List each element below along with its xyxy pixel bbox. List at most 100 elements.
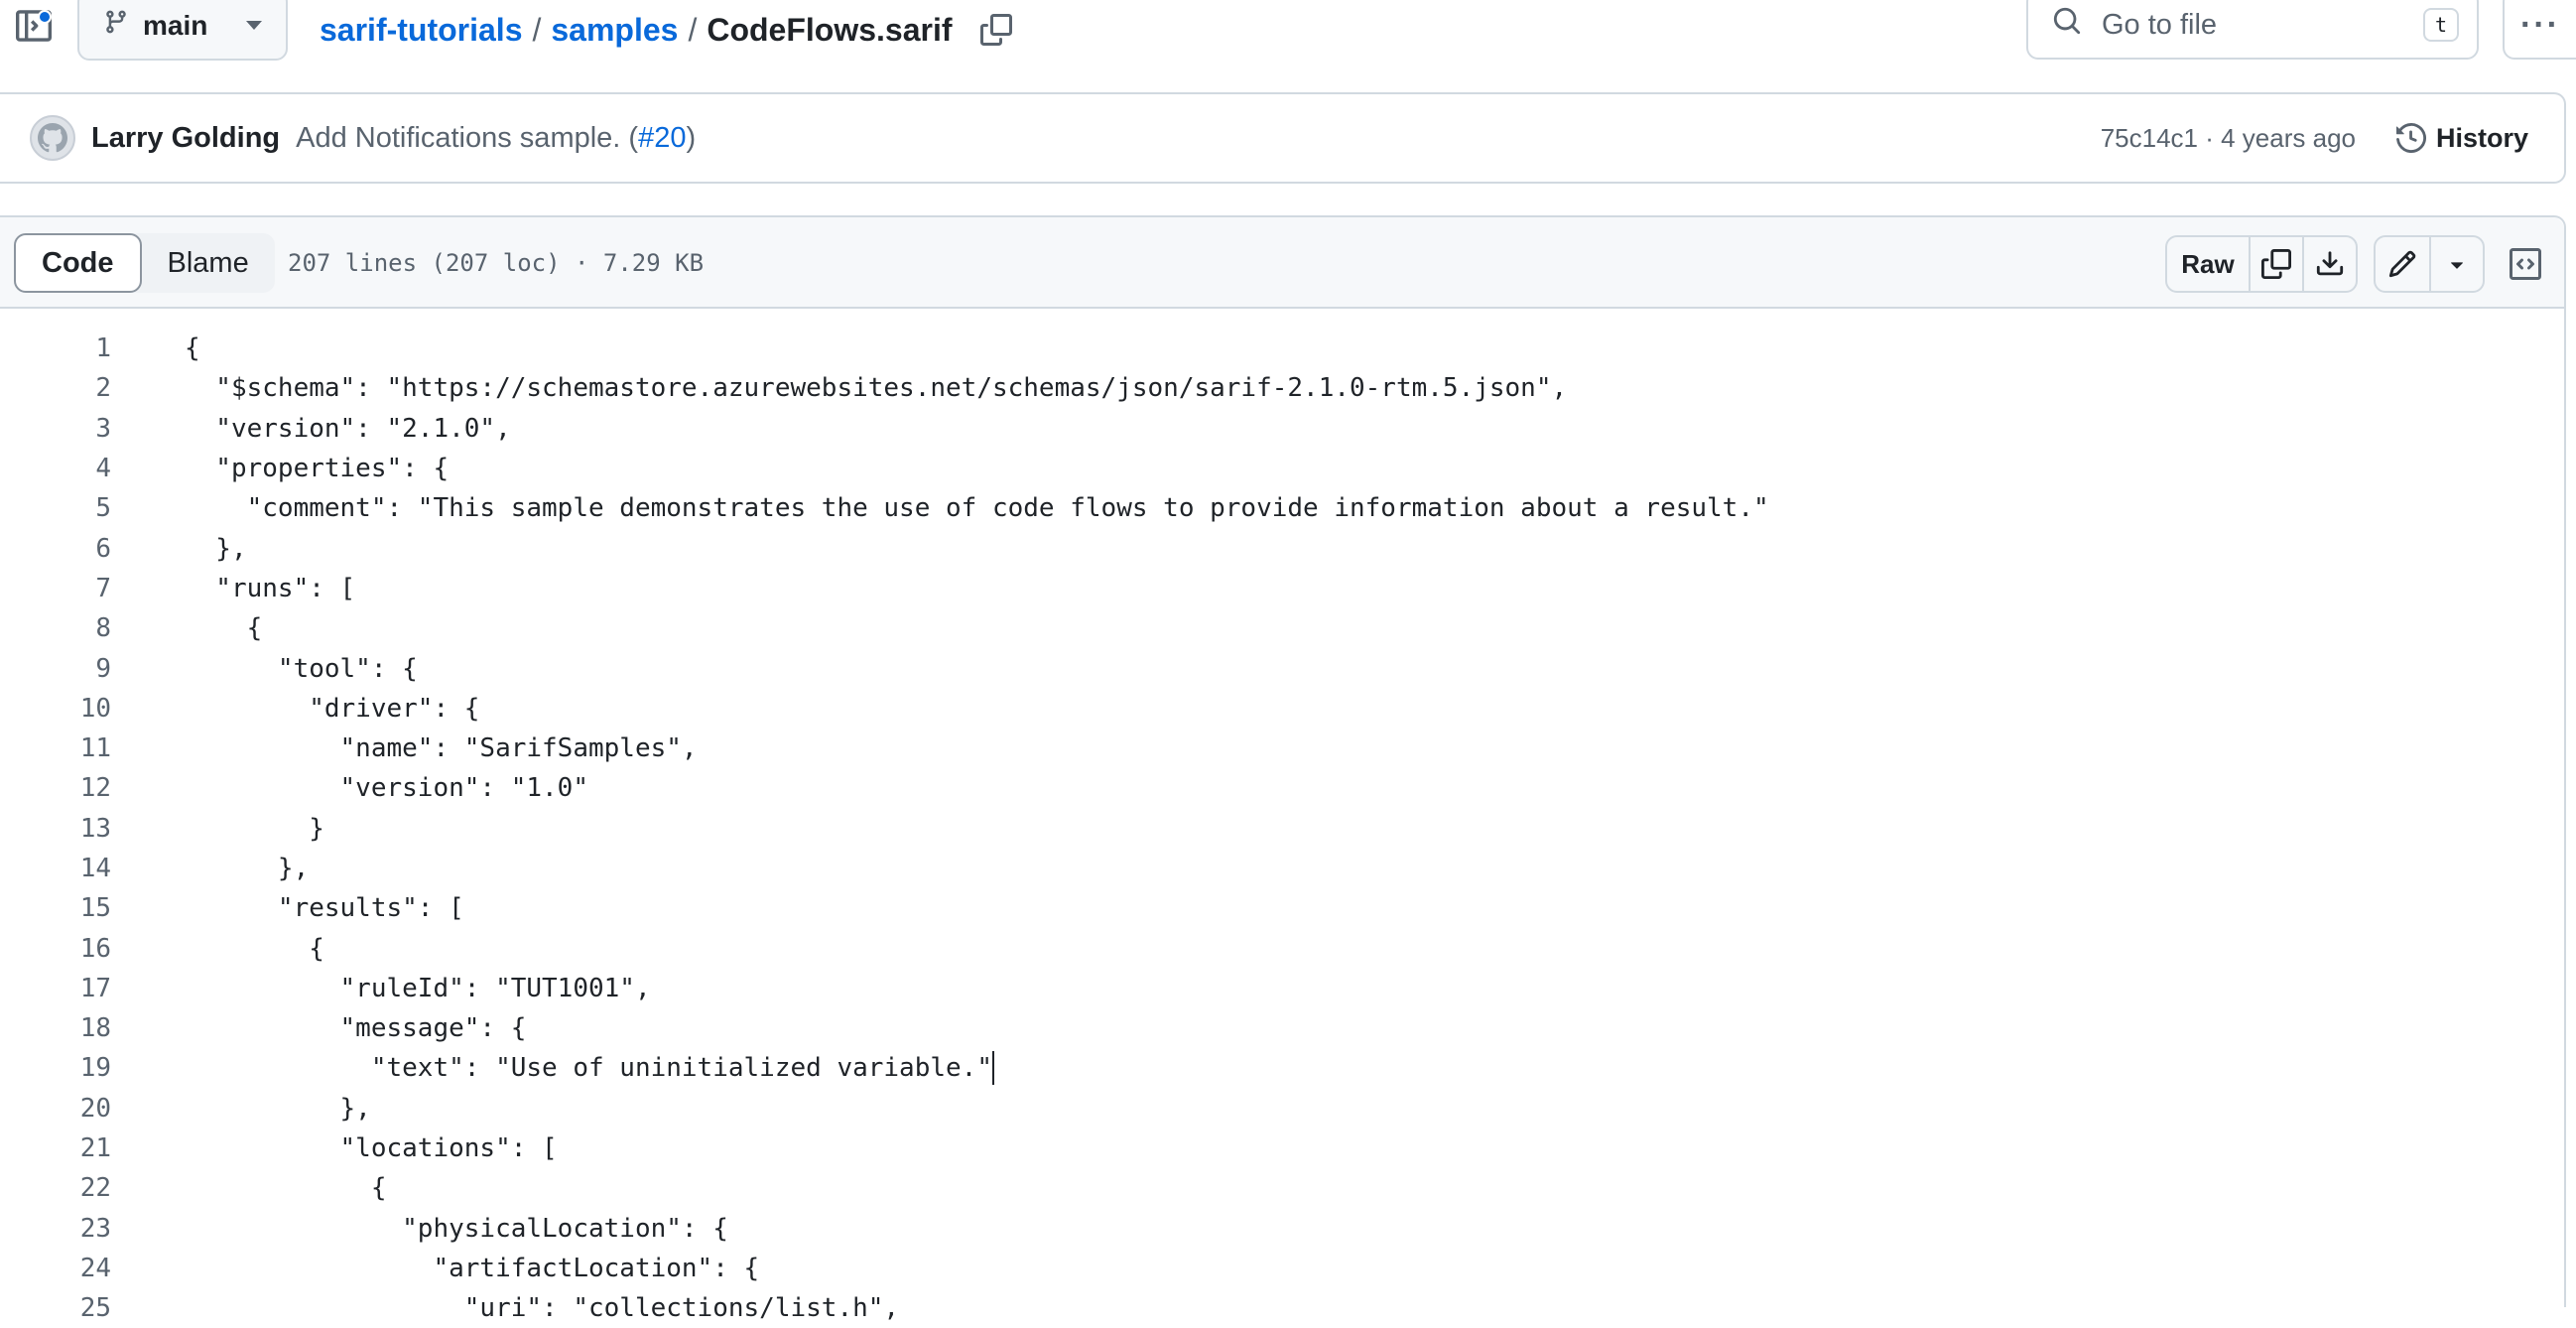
line-content: "text": "Use of uninitialized variable." — [185, 1053, 992, 1084]
copy-path-button[interactable] — [978, 12, 1014, 48]
code-line: 12 "version": "1.0" — [0, 768, 2564, 808]
breadcrumb-folder-link[interactable]: samples — [551, 12, 678, 49]
go-to-file-placeholder: Go to file — [2102, 8, 2218, 41]
raw-button[interactable]: Raw — [2167, 237, 2249, 291]
line-content: "comment": "This sample demonstrates the… — [185, 493, 1769, 524]
latest-commit-bar: Larry Golding Add Notifications sample. … — [0, 92, 2566, 184]
line-number[interactable]: 22 — [0, 1173, 111, 1203]
breadcrumb: sarif-tutorials / samples / CodeFlows.sa… — [320, 6, 1014, 54]
line-number[interactable]: 13 — [0, 814, 111, 844]
code-square-icon — [2510, 248, 2541, 280]
file-viewer: Code Blame 207 lines (207 loc) · 7.29 KB… — [0, 215, 2566, 1323]
line-content: "results": [ — [185, 893, 464, 924]
line-number[interactable]: 23 — [0, 1214, 111, 1244]
code-line: 20 }, — [0, 1089, 2564, 1129]
download-button[interactable] — [2302, 237, 2356, 291]
keyboard-shortcut-hint: t — [2422, 8, 2459, 42]
tab-code[interactable]: Code — [14, 233, 142, 293]
commit-message-text[interactable]: Add Notifications sample. ( — [296, 122, 638, 154]
line-number[interactable]: 5 — [0, 493, 111, 523]
history-button[interactable]: History — [2395, 94, 2528, 182]
line-content: }, — [185, 533, 247, 564]
notification-dot — [38, 10, 52, 24]
line-number[interactable]: 17 — [0, 974, 111, 1003]
edit-actions-group — [2374, 235, 2485, 293]
copy-icon — [979, 14, 1012, 46]
line-number[interactable]: 1 — [0, 333, 111, 363]
commit-author[interactable]: Larry Golding — [91, 122, 280, 155]
line-content: "driver": { — [185, 693, 480, 724]
edit-file-button[interactable] — [2376, 237, 2429, 291]
commit-message-end: ) — [686, 121, 697, 154]
code-line: 13 } — [0, 809, 2564, 849]
line-content: { — [185, 613, 263, 644]
breadcrumb-separator: / — [532, 11, 542, 48]
avatar[interactable] — [30, 115, 75, 161]
pull-request-link[interactable]: #20 — [638, 122, 686, 154]
file-header: Code Blame 207 lines (207 loc) · 7.29 KB… — [0, 217, 2564, 309]
line-number[interactable]: 10 — [0, 694, 111, 724]
code-line: 2 "$schema": "https://schemastore.azurew… — [0, 368, 2564, 408]
line-number[interactable]: 3 — [0, 414, 111, 444]
commit-hash-and-time[interactable]: 75c14c1 · 4 years ago — [2101, 94, 2356, 182]
code-content[interactable]: 1 {2 "$schema": "https://schemastore.azur… — [0, 329, 2564, 1328]
line-number[interactable]: 11 — [0, 733, 111, 763]
file-actions-group: Raw — [2165, 235, 2358, 293]
line-number[interactable]: 15 — [0, 893, 111, 923]
tab-blame[interactable]: Blame — [142, 233, 275, 293]
line-number[interactable]: 19 — [0, 1053, 111, 1083]
sidebar-toggle-button[interactable] — [10, 2, 58, 54]
line-number[interactable]: 8 — [0, 613, 111, 643]
history-icon — [2395, 123, 2426, 153]
line-number[interactable]: 2 — [0, 373, 111, 403]
code-line: 4 "properties": { — [0, 449, 2564, 488]
triangle-down-icon — [2451, 262, 2463, 269]
code-line: 22 { — [0, 1168, 2564, 1208]
code-line: 10 "driver": { — [0, 689, 2564, 729]
line-number[interactable]: 20 — [0, 1094, 111, 1124]
line-content: } — [185, 813, 324, 844]
code-line: 9 "tool": { — [0, 648, 2564, 688]
line-number[interactable]: 18 — [0, 1013, 111, 1043]
line-number[interactable]: 14 — [0, 854, 111, 883]
code-line: 14 }, — [0, 849, 2564, 888]
line-number[interactable]: 12 — [0, 773, 111, 803]
line-number[interactable]: 6 — [0, 534, 111, 564]
line-number[interactable]: 25 — [0, 1293, 111, 1323]
history-label: History — [2435, 122, 2528, 153]
breadcrumb-current-file: CodeFlows.sarif — [707, 11, 953, 48]
octocat-icon — [38, 123, 67, 153]
line-content: "physicalLocation": { — [185, 1213, 728, 1244]
line-content: }, — [185, 1093, 371, 1124]
commit-message: Add Notifications sample. (#20) — [296, 122, 696, 155]
line-number[interactable]: 16 — [0, 934, 111, 964]
line-number[interactable]: 4 — [0, 454, 111, 483]
branch-selector-button[interactable]: main — [77, 0, 288, 61]
download-icon — [2316, 251, 2344, 276]
pencil-icon — [2388, 250, 2416, 278]
line-content: "uri": "collections/list.h", — [185, 1293, 900, 1324]
line-content: "message": { — [185, 1013, 527, 1044]
go-to-file-input[interactable]: Go to file t — [2026, 0, 2479, 60]
line-number[interactable]: 9 — [0, 654, 111, 684]
line-content: "properties": { — [185, 454, 450, 484]
code-line: 8 { — [0, 608, 2564, 648]
line-number[interactable]: 24 — [0, 1254, 111, 1283]
line-content: "artifactLocation": { — [185, 1253, 760, 1283]
edit-options-dropdown[interactable] — [2429, 237, 2483, 291]
line-content: "$schema": "https://schemastore.azureweb… — [185, 373, 1568, 404]
line-content: "name": "SarifSamples", — [185, 733, 698, 764]
more-options-button[interactable]: ··· — [2503, 0, 2576, 60]
code-line: 6 }, — [0, 528, 2564, 568]
line-number[interactable]: 21 — [0, 1133, 111, 1163]
line-number[interactable]: 7 — [0, 574, 111, 603]
code-line: 25 "uri": "collections/list.h", — [0, 1288, 2564, 1328]
line-content: "version": "2.1.0", — [185, 413, 511, 444]
code-line: 11 "name": "SarifSamples", — [0, 729, 2564, 768]
breadcrumb-repo-link[interactable]: sarif-tutorials — [320, 12, 522, 49]
code-line: 17 "ruleId": "TUT1001", — [0, 969, 2564, 1008]
code-line: 15 "results": [ — [0, 888, 2564, 928]
copy-raw-button[interactable] — [2249, 237, 2302, 291]
symbols-panel-button[interactable] — [2497, 235, 2554, 293]
file-info: 207 lines (207 loc) · 7.29 KB — [288, 249, 705, 277]
